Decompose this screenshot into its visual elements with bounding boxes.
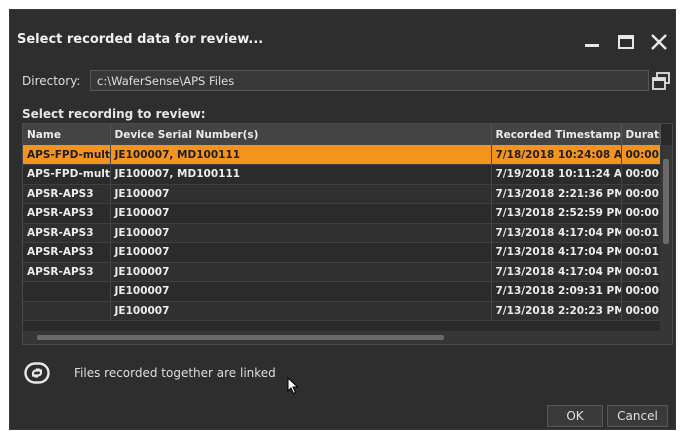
- cell-timestamp: 7/13/2018 2:52:59 PM: [491, 203, 622, 224]
- table-row[interactable]: APSR-APS3 JE100007 7/13/2018 4:17:04 PM 00:…: [23, 262, 661, 282]
- cell-duration: 00:00:: [621, 164, 661, 185]
- linked-files-icon: [24, 362, 50, 384]
- maximize-icon[interactable]: [614, 30, 638, 54]
- table-row-selected[interactable]: APS-FPD-multi JE100007, MD100111 7/18/2018…: [23, 145, 661, 165]
- vertical-scrollbar[interactable]: [660, 145, 672, 332]
- cell-serial: JE100007: [110, 203, 492, 224]
- table-row[interactable]: APS-FPD-multi JE100007, MD100111 7/19/2018…: [23, 164, 661, 185]
- cell-timestamp: 7/18/2018 10:24:08 AM: [491, 145, 622, 165]
- cell-duration: 00:00:: [621, 281, 661, 302]
- cell-duration: 00:00:: [621, 145, 661, 165]
- cell-timestamp: 7/13/2018 2:09:31 PM: [491, 281, 622, 302]
- dialog-title: Select recorded data for review...: [17, 32, 264, 47]
- cell-timestamp: 7/19/2018 10:11:24 AM: [491, 164, 622, 185]
- table-row[interactable]: JE100007 7/13/2018 2:20:23 PM 00:00:: [23, 301, 661, 321]
- table-row[interactable]: APSR-APS3 JE100007 7/13/2018 2:52:59 PM 00:…: [23, 203, 661, 224]
- cell-serial: JE100007: [110, 184, 492, 204]
- minimize-icon[interactable]: [580, 30, 604, 54]
- ok-button[interactable]: OK: [547, 405, 603, 427]
- table-header-row: Name Device Serial Number(s) Recorded Ti…: [23, 124, 661, 145]
- cell-duration: 00:00:: [621, 301, 661, 321]
- cell-duration: 00:01:: [621, 242, 661, 263]
- cancel-button[interactable]: Cancel: [607, 405, 668, 427]
- column-header-name[interactable]: Name: [23, 124, 111, 145]
- cell-name: APS-FPD-multi: [23, 164, 111, 185]
- cell-name: APSR-APS3: [23, 184, 111, 204]
- cell-duration: 00:01:: [621, 223, 661, 243]
- horizontal-scroll-thumb[interactable]: [37, 335, 444, 340]
- mouse-cursor-icon: [287, 376, 299, 395]
- title-bar[interactable]: Select recorded data for review...: [10, 10, 675, 68]
- cell-duration: 00:00:: [621, 184, 661, 204]
- column-header-serial[interactable]: Device Serial Number(s): [110, 124, 492, 145]
- cell-duration: 00:01:: [621, 262, 661, 282]
- vertical-scroll-thumb[interactable]: [663, 159, 669, 244]
- cell-name: APSR-APS3: [23, 223, 111, 243]
- recordings-table: Name Device Serial Number(s) Recorded Ti…: [23, 124, 661, 321]
- folder-browse-icon[interactable]: [651, 71, 671, 91]
- cell-timestamp: 7/13/2018 4:17:04 PM: [491, 242, 622, 263]
- cell-serial: JE100007: [110, 301, 492, 321]
- directory-input[interactable]: [90, 70, 649, 91]
- cell-serial: JE100007, MD100111: [110, 145, 492, 165]
- recordings-label: Select recording to review:: [22, 107, 206, 121]
- cell-name: [23, 301, 111, 321]
- cell-name: APSR-APS3: [23, 242, 111, 263]
- column-header-timestamp[interactable]: Recorded Timestamp: [491, 124, 622, 145]
- cell-timestamp: 7/13/2018 2:20:23 PM: [491, 301, 622, 321]
- cell-duration: 00:00:: [621, 203, 661, 224]
- cell-serial: JE100007: [110, 242, 492, 263]
- cell-timestamp: 7/13/2018 4:17:04 PM: [491, 223, 622, 243]
- cell-name: APS-FPD-multi: [23, 145, 111, 165]
- cell-serial: JE100007: [110, 223, 492, 243]
- table-row[interactable]: APSR-APS3 JE100007 7/13/2018 2:21:36 PM 00:…: [23, 184, 661, 204]
- directory-label: Directory:: [22, 74, 81, 88]
- recordings-grid[interactable]: Name Device Serial Number(s) Recorded Ti…: [22, 123, 673, 345]
- cell-serial: JE100007, MD100111: [110, 164, 492, 185]
- cell-timestamp: 7/13/2018 4:17:04 PM: [491, 262, 622, 282]
- table-row[interactable]: APSR-APS3 JE100007 7/13/2018 4:17:04 PM 00:…: [23, 223, 661, 243]
- cell-name: APSR-APS3: [23, 203, 111, 224]
- cell-name: APSR-APS3: [23, 262, 111, 282]
- cell-timestamp: 7/13/2018 2:21:36 PM: [491, 184, 622, 204]
- column-header-duration[interactable]: Durati: [621, 124, 661, 145]
- close-icon[interactable]: [647, 30, 671, 54]
- cell-serial: JE100007: [110, 262, 492, 282]
- select-recording-dialog: Select recorded data for review... Direc…: [9, 9, 676, 430]
- linked-files-note: Files recorded together are linked: [74, 366, 276, 380]
- cell-serial: JE100007: [110, 281, 492, 302]
- cell-name: [23, 281, 111, 302]
- table-row[interactable]: APSR-APS3 JE100007 7/13/2018 4:17:04 PM 00:…: [23, 242, 661, 263]
- table-row[interactable]: JE100007 7/13/2018 2:09:31 PM 00:00:: [23, 281, 661, 302]
- horizontal-scrollbar[interactable]: [23, 331, 672, 344]
